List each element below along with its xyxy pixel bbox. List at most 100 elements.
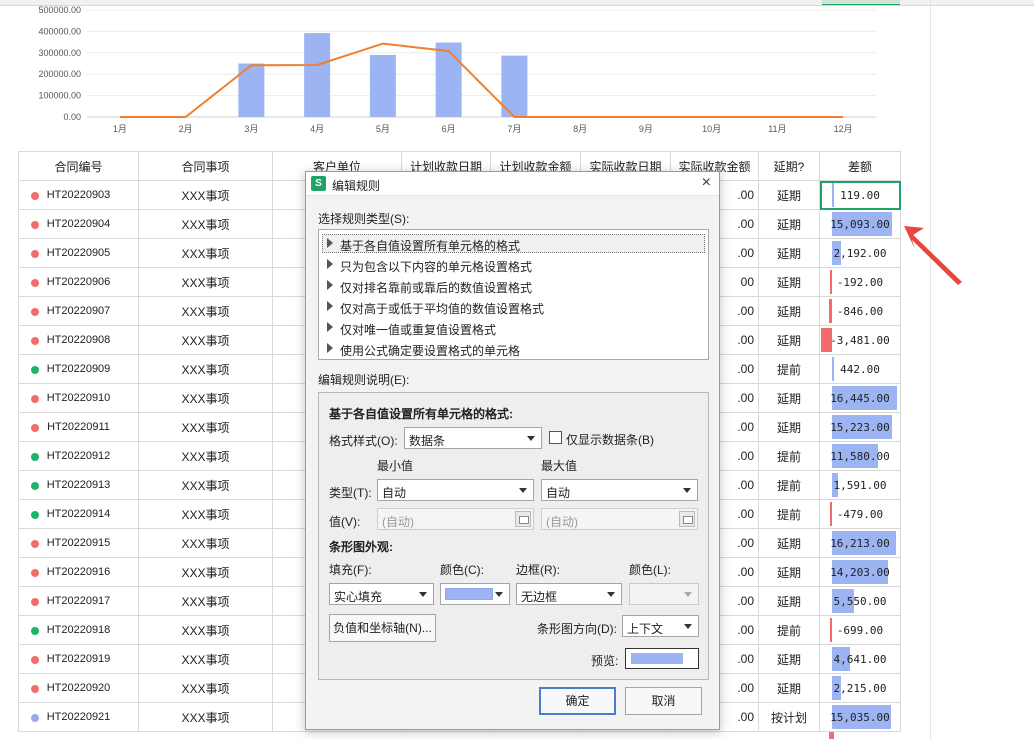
cell-contract-item[interactable]: XXX事项 (138, 325, 273, 355)
cell-delayed[interactable]: 按计划 (758, 702, 820, 732)
cell-contract-item[interactable]: XXX事项 (138, 702, 273, 732)
cell-difference[interactable]: 2,215.00 (819, 673, 901, 703)
edit-rule-dialog[interactable]: S 编辑规则 × 选择规则类型(S): 基于各自值设置所有单元格的格式 只为包含… (305, 171, 720, 730)
show-bar-only-checkbox[interactable] (549, 431, 562, 444)
cell-contract-no[interactable]: HT20220919 (18, 644, 139, 674)
cell-delayed[interactable]: 提前 (758, 354, 820, 384)
cell-difference[interactable]: 119.00 (819, 180, 901, 210)
combo-chart[interactable]: 0.00 100000.00 200000.00 300000.00 400000.00… (0, 6, 930, 144)
rule-type-item-5[interactable]: 使用公式确定要设置格式的单元格 (319, 338, 708, 359)
cell-contract-item[interactable]: XXX事项 (138, 383, 273, 413)
negative-axis-button[interactable]: 负值和坐标轴(N)... (329, 614, 436, 642)
header-difference[interactable]: 差额 (819, 151, 901, 181)
cell-difference[interactable]: -479.00 (819, 499, 901, 529)
cell-contract-item[interactable]: XXX事项 (138, 209, 273, 239)
cell-contract-item[interactable]: XXX事项 (138, 238, 273, 268)
cell-delayed[interactable]: 延期 (758, 325, 820, 355)
cell-contract-item[interactable]: XXX事项 (138, 557, 273, 587)
cell-contract-no[interactable]: HT20220918 (18, 615, 139, 645)
cell-contract-item[interactable]: XXX事项 (138, 354, 273, 384)
cell-difference[interactable]: 442.00 (819, 354, 901, 384)
cell-contract-item[interactable]: XXX事项 (138, 586, 273, 616)
range-picker-icon[interactable] (679, 511, 695, 527)
rule-type-item-0[interactable]: 基于各自值设置所有单元格的格式 (319, 233, 708, 254)
cell-difference[interactable]: -846.00 (819, 296, 901, 326)
cell-difference[interactable]: 16,213.00 (819, 528, 901, 558)
cell-delayed[interactable]: 延期 (758, 528, 820, 558)
cell-difference[interactable]: 14,203.00 (819, 557, 901, 587)
rule-type-list[interactable]: 基于各自值设置所有单元格的格式 只为包含以下内容的单元格设置格式 仅对排名靠前或… (318, 229, 709, 360)
cell-contract-no[interactable]: HT20220915 (18, 528, 139, 558)
cell-contract-no[interactable]: HT20220910 (18, 383, 139, 413)
rule-type-item-4[interactable]: 仅对唯一值或重复值设置格式 (319, 317, 708, 338)
type-max-select[interactable]: 自动 (541, 479, 698, 501)
fill-select[interactable]: 实心填充 (329, 583, 434, 605)
cell-difference[interactable]: 11,580.00 (819, 441, 901, 471)
cell-contract-no[interactable]: HT20220916 (18, 557, 139, 587)
range-picker-icon[interactable] (515, 511, 531, 527)
cell-contract-item[interactable]: XXX事项 (138, 267, 273, 297)
cell-delayed[interactable]: 提前 (758, 499, 820, 529)
cell-contract-no[interactable]: HT20220912 (18, 441, 139, 471)
cell-contract-item[interactable]: XXX事项 (138, 296, 273, 326)
header-contract-no[interactable]: 合同编号 (18, 151, 139, 181)
cell-delayed[interactable]: 延期 (758, 412, 820, 442)
type-min-select[interactable]: 自动 (377, 479, 534, 501)
border-select[interactable]: 无边框 (516, 583, 622, 605)
fill-color-select[interactable] (440, 583, 510, 605)
cell-contract-item[interactable]: XXX事项 (138, 499, 273, 529)
cell-contract-no[interactable]: HT20220914 (18, 499, 139, 529)
cell-delayed[interactable]: 提前 (758, 470, 820, 500)
cell-difference[interactable]: -699.00 (819, 615, 901, 645)
cell-delayed[interactable]: 提前 (758, 441, 820, 471)
rule-type-item-1[interactable]: 只为包含以下内容的单元格设置格式 (319, 254, 708, 275)
dialog-titlebar[interactable]: S 编辑规则 × (306, 172, 719, 196)
cell-contract-item[interactable]: XXX事项 (138, 615, 273, 645)
cell-delayed[interactable]: 延期 (758, 383, 820, 413)
cell-difference[interactable]: 5,550.00 (819, 586, 901, 616)
ok-button[interactable]: 确定 (539, 687, 616, 715)
cell-contract-item[interactable]: XXX事项 (138, 528, 273, 558)
rule-type-item-2[interactable]: 仅对排名靠前或靠后的数值设置格式 (319, 275, 708, 296)
cell-contract-item[interactable]: XXX事项 (138, 180, 273, 210)
cell-delayed[interactable]: 延期 (758, 644, 820, 674)
cell-delayed[interactable]: 延期 (758, 586, 820, 616)
cell-contract-item[interactable]: XXX事项 (138, 644, 273, 674)
cell-contract-no[interactable]: HT20220906 (18, 267, 139, 297)
bar-direction-select[interactable]: 上下文 (622, 615, 699, 637)
cell-contract-no[interactable]: HT20220903 (18, 180, 139, 210)
cell-contract-item[interactable]: XXX事项 (138, 412, 273, 442)
cell-contract-no[interactable]: HT20220917 (18, 586, 139, 616)
cell-contract-no[interactable]: HT20220905 (18, 238, 139, 268)
cell-contract-item[interactable]: XXX事项 (138, 441, 273, 471)
cell-contract-item[interactable]: XXX事项 (138, 470, 273, 500)
cell-difference[interactable]: 4,641.00 (819, 644, 901, 674)
cell-delayed[interactable]: 延期 (758, 296, 820, 326)
cell-contract-item[interactable]: XXX事项 (138, 673, 273, 703)
cell-delayed[interactable]: 延期 (758, 267, 820, 297)
cell-contract-no[interactable]: HT20220913 (18, 470, 139, 500)
cell-contract-no[interactable]: HT20220921 (18, 702, 139, 732)
cancel-button[interactable]: 取消 (625, 687, 702, 715)
cell-delayed[interactable]: 延期 (758, 180, 820, 210)
cell-difference[interactable]: 1,591.00 (819, 470, 901, 500)
value-max-field[interactable]: (自动) (541, 508, 698, 530)
cell-delayed[interactable]: 延期 (758, 209, 820, 239)
cell-difference[interactable]: 16,445.00 (819, 383, 901, 413)
value-min-field[interactable]: (自动) (377, 508, 534, 530)
cell-delayed[interactable]: 提前 (758, 615, 820, 645)
cell-contract-no[interactable]: HT20220907 (18, 296, 139, 326)
cell-difference[interactable]: 15,035.00 (819, 702, 901, 732)
format-style-select[interactable]: 数据条 (404, 427, 542, 449)
cell-difference[interactable]: 15,093.00 (819, 209, 901, 239)
cell-delayed[interactable]: 延期 (758, 238, 820, 268)
header-delayed[interactable]: 延期? (758, 151, 820, 181)
rule-type-item-3[interactable]: 仅对高于或低于平均值的数值设置格式 (319, 296, 708, 317)
cell-contract-no[interactable]: HT20220904 (18, 209, 139, 239)
cell-difference[interactable]: -3,481.00 (819, 325, 901, 355)
cell-delayed[interactable]: 延期 (758, 673, 820, 703)
cell-difference[interactable]: 15,223.00 (819, 412, 901, 442)
cell-difference[interactable]: -192.00 (819, 267, 901, 297)
header-contract-item[interactable]: 合同事项 (138, 151, 273, 181)
cell-delayed[interactable]: 延期 (758, 557, 820, 587)
